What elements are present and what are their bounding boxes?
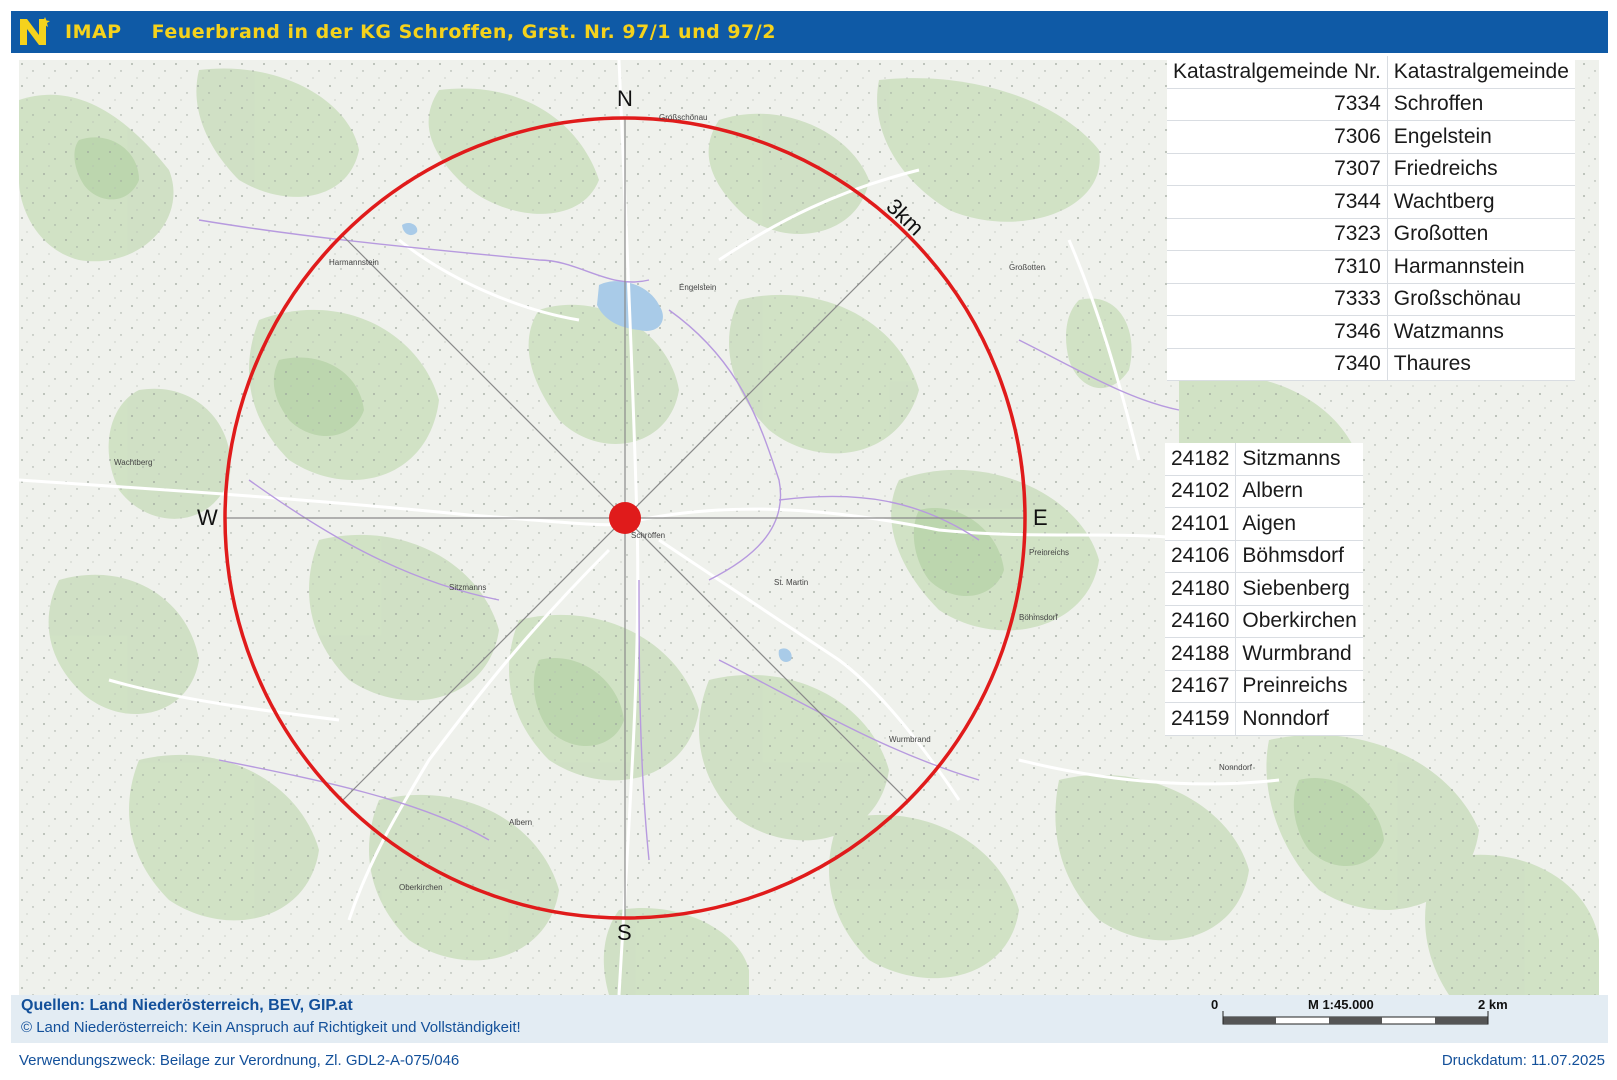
map-footer: Quellen: Land Niederösterreich, BEV, GIP… [11,995,1608,1043]
scale-bar-graphic [1222,1011,1489,1025]
disclaimer-text: © Land Niederösterreich: Kein Anspruch a… [21,1019,521,1036]
table-row: 24188 Wurmbrand [1165,637,1363,671]
table-row: 7340 Thaures [1167,348,1575,381]
kg-nr: 7307 [1167,153,1388,186]
kg-name: Oberkirchen [1235,605,1363,638]
kg-name: Nonndorf [1235,702,1363,736]
table-row: 7307 Friedreichs [1167,153,1575,186]
kg-nr: 7310 [1167,250,1388,284]
place-label: Oberkirchen [399,883,443,892]
print-date-text: Druckdatum: 11.07.2025 [1441,1052,1605,1069]
kg-nr: 24106 [1165,540,1237,573]
place-label: Wachtberg [114,458,152,467]
noe-logo-icon [20,17,50,45]
table-row: 7306 Engelstein [1167,120,1575,154]
kg-nr: 24102 [1165,475,1237,508]
kg-nr: 7334 [1167,88,1388,121]
table-row: 24159 Nonndorf [1165,702,1363,736]
table-row: 24160 Oberkirchen [1165,605,1363,638]
table-header-row: Katastralgemeinde Nr. Katastralgemeinde [1167,56,1575,89]
kg-name: Großschönau [1387,283,1575,316]
table-row: 7310 Harmannstein [1167,250,1575,284]
place-label: Großschönau [659,113,707,122]
kg-nr: 7306 [1167,120,1388,154]
column-header-nr: Katastralgemeinde Nr. [1167,56,1388,89]
table-row: 7334 Schroffen [1167,88,1575,121]
compass-south: S [617,920,632,945]
place-label: Engelstein [679,283,716,292]
column-header-name: Katastralgemeinde [1387,56,1575,89]
table-row: 24102 Albern [1165,475,1363,508]
katastralgemeinde-table-upper: Katastralgemeinde Nr. Katastralgemeinde … [1167,56,1575,381]
table-row: 24101 Aigen [1165,507,1363,541]
kg-nr: 7333 [1167,283,1388,316]
sources-text: Quellen: Land Niederösterreich, BEV, GIP… [21,997,353,1014]
compass-north: N [617,86,633,111]
kg-nr: 7340 [1167,348,1388,381]
table-row: 7333 Großschönau [1167,283,1575,316]
kg-nr: 7344 [1167,185,1388,219]
kg-nr: 24180 [1165,572,1237,606]
place-label: Harmannstein [329,258,379,267]
kg-name: Großotten [1387,218,1575,251]
place-label: Nonndorf [1219,763,1253,772]
place-label: Sitzmanns [449,583,486,592]
app-name: IMAP [65,21,122,43]
table-row: 7323 Großotten [1167,218,1575,251]
kg-name: Siebenberg [1235,572,1363,606]
table-row: 7344 Wachtberg [1167,185,1575,219]
table-row: 24182 Sitzmanns [1165,443,1363,476]
kg-name: Thaures [1387,348,1575,381]
place-label: Preinreichs [1029,548,1069,557]
kg-nr: 24160 [1165,605,1237,638]
kg-name: Wurmbrand [1235,637,1363,671]
kg-nr: 24188 [1165,637,1237,671]
kg-nr: 24159 [1165,702,1237,736]
scale-bar: 0 M 1:45.000 2 km [1211,995,1511,1035]
app-header: IMAP Feuerbrand in der KG Schroffen, Grs… [11,11,1608,53]
kg-nr: 7346 [1167,315,1388,349]
kg-name: Albern [1235,475,1363,508]
place-label: Schroffen [631,531,665,540]
kg-name: Wachtberg [1387,185,1575,219]
table-row: 7346 Watzmanns [1167,315,1575,349]
kg-nr: 24167 [1165,670,1237,703]
map-title: Feuerbrand in der KG Schroffen, Grst. Nr… [151,21,776,43]
table-row: 24180 Siebenberg [1165,572,1363,606]
place-label: Wurmbrand [889,735,931,744]
kg-name: Watzmanns [1387,315,1575,349]
table-row: 24167 Preinreichs [1165,670,1363,703]
place-label: Albern [509,818,532,827]
fire-location-marker[interactable] [609,502,641,534]
kg-nr: 24101 [1165,507,1237,541]
kg-nr: 7323 [1167,218,1388,251]
kg-name: Friedreichs [1387,153,1575,186]
table-row: 24106 Böhmsdorf [1165,540,1363,573]
place-label: Großotten [1009,263,1045,272]
kg-name: Aigen [1235,507,1363,541]
kg-name: Harmannstein [1387,250,1575,284]
kg-name: Engelstein [1387,120,1575,154]
kg-name: Böhmsdorf [1235,540,1363,573]
katastralgemeinde-table-lower: 24182 Sitzmanns 24102 Albern 24101 Aigen 24… [1165,443,1363,736]
compass-west: W [197,505,218,530]
place-label: Böhmsdorf [1019,613,1058,622]
purpose-text: Verwendungszweck: Beilage zur Verordnung… [19,1052,460,1069]
kg-name: Schroffen [1387,88,1575,121]
place-label: St. Martin [774,578,808,587]
compass-east: E [1033,505,1048,530]
kg-name: Preinreichs [1235,670,1363,703]
kg-nr: 24182 [1165,443,1237,476]
kg-name: Sitzmanns [1235,443,1363,476]
